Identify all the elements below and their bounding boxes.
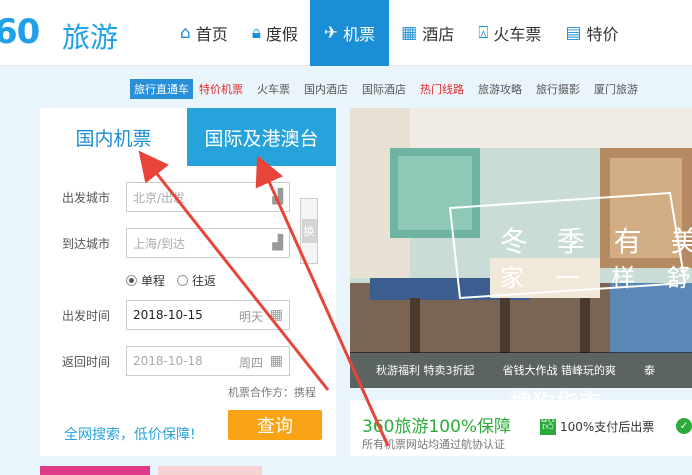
from-row: 出发城市 北京/出发 ▟ bbox=[40, 182, 290, 212]
calendar-icon[interactable]: ▦ bbox=[270, 353, 283, 369]
depart-row: 出发时间 2018-10-15 明天 ▦ bbox=[40, 300, 290, 330]
guarantee-subtitle: 所有机票网站均通过航协认证 bbox=[362, 438, 505, 451]
from-city-input[interactable]: 北京/出发 ▟ bbox=[126, 182, 290, 212]
one-way-label: 单程 bbox=[141, 274, 166, 288]
tab-domestic-flights[interactable]: 国内机票 bbox=[40, 108, 187, 166]
tag-icon: ▤ bbox=[565, 23, 582, 43]
banner-slogan-line1: 冬 季 有 美 宿 bbox=[500, 225, 692, 258]
banner-caption[interactable]: 秋游福利 特卖3折起 bbox=[350, 362, 475, 378]
nav-hotel-label: 酒店 bbox=[422, 25, 455, 44]
nav-train-label: 火车票 bbox=[493, 25, 542, 44]
from-placeholder: 北京/出发 bbox=[133, 190, 186, 205]
shield-check-icon: ✓ bbox=[676, 418, 692, 434]
bottom-tile[interactable] bbox=[40, 466, 150, 475]
train-icon: ⍓ bbox=[478, 23, 489, 43]
banner-caption[interactable]: 省钱大作战 错峰玩的爽 bbox=[475, 362, 617, 378]
return-label: 返回时间 bbox=[62, 354, 111, 369]
price-guarantee-text: 全网搜索，低价保障! bbox=[64, 427, 196, 443]
from-label: 出发城市 bbox=[62, 190, 111, 205]
query-button[interactable]: 查询 bbox=[228, 410, 322, 440]
nav-train[interactable]: ⍓ 火车票 bbox=[466, 0, 553, 66]
city-icon: ▟ bbox=[272, 235, 283, 251]
subnav-tag: 旅行直通车 bbox=[130, 79, 193, 99]
subnav-link[interactable]: 旅游攻略 bbox=[478, 81, 522, 97]
home-icon: ⌂ bbox=[180, 23, 191, 43]
round-trip-label: 往返 bbox=[192, 274, 217, 288]
bottom-strip bbox=[40, 466, 692, 475]
round-trip-radio[interactable]: 往返 bbox=[177, 272, 216, 289]
calendar-icon[interactable]: ▦ bbox=[270, 307, 283, 323]
depart-label: 出发时间 bbox=[62, 308, 111, 323]
partner-note: 机票合作方：携程 bbox=[228, 386, 316, 399]
banner-caption[interactable]: 泰 bbox=[616, 362, 655, 378]
return-weekday: 周四 bbox=[238, 356, 263, 370]
nav-deals-label: 特价 bbox=[586, 25, 619, 44]
nav-vacation[interactable]: 🔒︎ 度假 bbox=[240, 0, 310, 66]
watermark-url: zhinan.sogou.com bbox=[518, 412, 619, 425]
city-icon: ▟ bbox=[272, 189, 283, 205]
swap-button[interactable]: 换 bbox=[300, 198, 318, 264]
main-nav: ⌂ 首页 🔒︎ 度假 ✈ 机票 ▦ 酒店 ⍓ 火车票 ▤ 特价 bbox=[168, 0, 631, 66]
lock-icon: 🔒︎ bbox=[251, 23, 261, 43]
guarantee-title: 360旅游100%保障 bbox=[362, 417, 512, 437]
radio-checked-icon bbox=[126, 275, 137, 286]
search-tabs: 国内机票 国际及港澳台 bbox=[40, 108, 336, 166]
nav-deals[interactable]: ▤ 特价 bbox=[553, 0, 630, 66]
nav-hotel[interactable]: ▦ 酒店 bbox=[389, 0, 466, 66]
subnav-link[interactable]: 厦门旅游 bbox=[594, 81, 638, 97]
subnav-link[interactable]: 特价机票 bbox=[199, 81, 243, 97]
to-row: 到达城市 上海/到达 ▟ bbox=[40, 228, 290, 258]
one-way-radio[interactable]: 单程 bbox=[126, 272, 165, 289]
nav-home-label: 首页 bbox=[195, 25, 228, 44]
return-row: 返回时间 2018-10-18 周四 ▦ bbox=[40, 346, 290, 376]
plane-icon: ✈ bbox=[323, 23, 339, 43]
tab-international-flights[interactable]: 国际及港澳台 bbox=[187, 108, 336, 166]
subnav-link[interactable]: 国内酒店 bbox=[304, 81, 348, 97]
return-date-input[interactable]: 2018-10-18 周四 ▦ bbox=[126, 346, 290, 376]
subnav-link[interactable]: 火车票 bbox=[257, 81, 290, 97]
nav-flights[interactable]: ✈ 机票 bbox=[309, 0, 390, 66]
banner-slogan-line2: 家 一 样 舒 适 bbox=[500, 264, 692, 292]
subnav-link[interactable]: 国际酒店 bbox=[362, 81, 406, 97]
to-placeholder: 上海/到达 bbox=[133, 236, 186, 251]
to-label: 到达城市 bbox=[62, 236, 111, 251]
subnav-link[interactable]: 旅行摄影 bbox=[536, 81, 580, 97]
logo-text[interactable]: 旅游 bbox=[62, 16, 118, 56]
trip-type: 单程 往返 bbox=[126, 272, 216, 289]
radio-unchecked-icon bbox=[177, 275, 189, 286]
nav-home[interactable]: ⌂ 首页 bbox=[168, 0, 240, 66]
hotel-icon: ▦ bbox=[401, 23, 418, 43]
return-date-value: 2018-10-18 bbox=[133, 354, 203, 368]
nav-flights-label: 机票 bbox=[343, 25, 376, 44]
depart-weekday: 明天 bbox=[238, 310, 263, 324]
logo-mark[interactable]: 60 bbox=[0, 12, 40, 52]
nav-vacation-label: 度假 bbox=[265, 25, 298, 44]
to-city-input[interactable]: 上海/到达 ▟ bbox=[126, 228, 290, 258]
swap-label: 换 bbox=[301, 219, 317, 243]
subnav-link[interactable]: 热门线路 bbox=[420, 81, 464, 97]
bottom-tile[interactable] bbox=[158, 466, 262, 475]
depart-date-value: 2018-10-15 bbox=[133, 308, 203, 322]
flight-search-panel: 国内机票 国际及港澳台 出发城市 北京/出发 ▟ 换 到达城市 上海/到达 ▟ … bbox=[40, 108, 336, 456]
banner-captions: 秋游福利 特卖3折起 省钱大作战 错峰玩的爽 泰 bbox=[350, 352, 692, 388]
sub-nav: 旅行直通车 特价机票 火车票 国内酒店 国际酒店 热门线路 旅游攻略 旅行摄影 … bbox=[130, 79, 652, 99]
site-header: 60 旅游 ⌂ 首页 🔒︎ 度假 ✈ 机票 ▦ 酒店 ⍓ 火车票 ▤ 特价 bbox=[0, 0, 692, 66]
depart-date-input[interactable]: 2018-10-15 明天 ▦ bbox=[126, 300, 290, 330]
promo-banner[interactable]: 冬 季 有 美 宿 家 一 样 舒 适 秋游福利 特卖3折起 省钱大作战 错峰玩… bbox=[350, 108, 692, 388]
